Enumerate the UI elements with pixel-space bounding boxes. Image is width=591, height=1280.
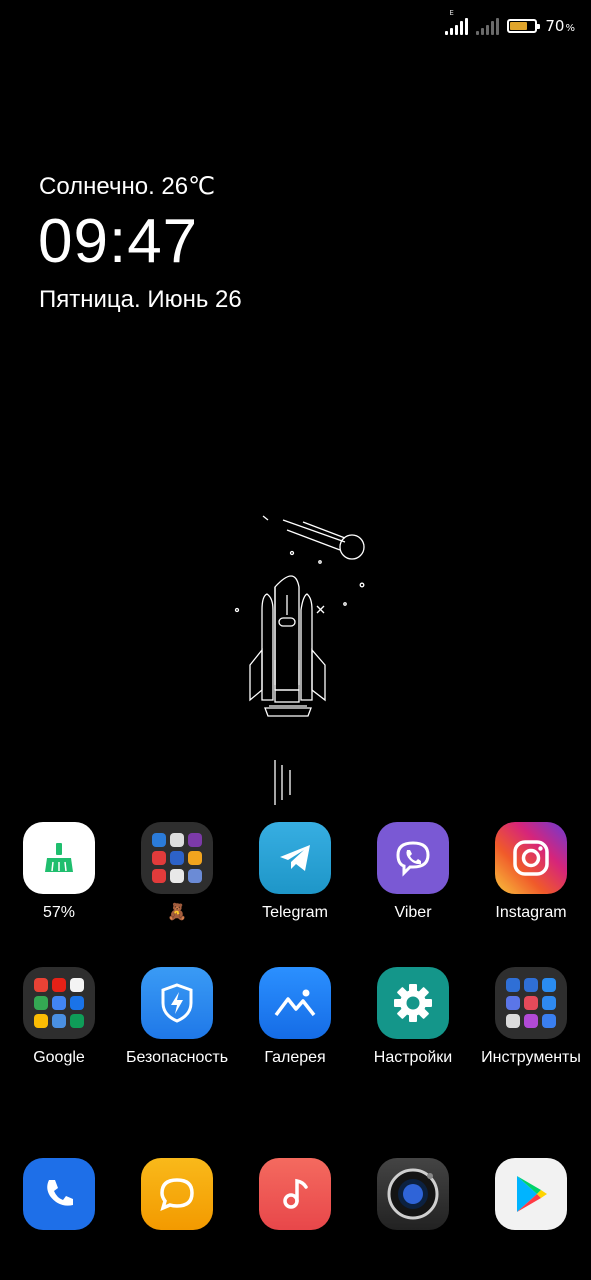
signal-strength-icon: E	[445, 9, 469, 35]
dock-messages[interactable]	[118, 1158, 236, 1230]
app-label: 🧸	[167, 904, 187, 921]
app-row-2: Google Безопасность Галерея Настройки Ин…	[0, 967, 591, 1068]
google-folder-icon[interactable]	[23, 967, 95, 1039]
dock-play-store[interactable]	[472, 1158, 590, 1230]
app-label: Безопасность	[125, 1049, 229, 1066]
app-label: Telegram	[262, 904, 328, 921]
rocket-wallpaper-illustration	[234, 515, 365, 805]
games-folder[interactable]: 🧸	[118, 822, 236, 923]
app-row-1: 57% 🧸 Telegram Viber Instagram	[0, 822, 591, 923]
app-label: Настройки	[373, 1049, 453, 1066]
no-signal-icon	[476, 17, 500, 35]
telegram-icon[interactable]	[259, 822, 331, 894]
dock-music[interactable]	[236, 1158, 354, 1230]
app-label: Инструменты	[481, 1049, 581, 1066]
tools-folder[interactable]: Инструменты	[472, 967, 590, 1068]
security-shield-icon[interactable]	[141, 967, 213, 1039]
battery-icon	[507, 19, 541, 33]
messages-icon[interactable]	[141, 1158, 213, 1230]
app-instagram[interactable]: Instagram	[472, 822, 590, 923]
clock-time[interactable]: 09:47	[38, 206, 198, 277]
app-viber[interactable]: Viber	[354, 822, 472, 923]
app-label: Google	[33, 1049, 85, 1066]
app-cleaner[interactable]: 57%	[0, 822, 118, 923]
network-type-label: E	[449, 9, 454, 17]
app-telegram[interactable]: Telegram	[236, 822, 354, 923]
date-text[interactable]: Пятница. Июнь 26	[39, 286, 242, 314]
camera-icon[interactable]	[377, 1158, 449, 1230]
instagram-icon[interactable]	[495, 822, 567, 894]
battery-level-fill	[510, 22, 528, 30]
gallery-icon[interactable]	[259, 967, 331, 1039]
app-security[interactable]: Безопасность	[118, 967, 236, 1068]
app-settings[interactable]: Настройки	[354, 967, 472, 1068]
app-label: Галерея	[264, 1049, 326, 1066]
viber-icon[interactable]	[377, 822, 449, 894]
cleaner-broom-icon[interactable]	[23, 822, 95, 894]
dock-camera[interactable]	[354, 1158, 472, 1230]
status-bar: E 70%	[445, 9, 575, 42]
battery-percent: 70%	[545, 17, 575, 35]
app-label: Viber	[394, 904, 432, 921]
dock-phone[interactable]	[0, 1158, 118, 1230]
dock	[0, 1158, 591, 1230]
app-label: 57%	[42, 904, 76, 921]
play-store-icon[interactable]	[495, 1158, 567, 1230]
google-folder[interactable]: Google	[0, 967, 118, 1068]
app-gallery[interactable]: Галерея	[236, 967, 354, 1068]
weather-text[interactable]: Солнечно. 26℃	[39, 172, 215, 201]
games-folder-icon[interactable]	[141, 822, 213, 894]
app-label: Instagram	[495, 904, 567, 921]
music-icon[interactable]	[259, 1158, 331, 1230]
tools-folder-icon[interactable]	[495, 967, 567, 1039]
phone-icon[interactable]	[23, 1158, 95, 1230]
settings-gear-icon[interactable]	[377, 967, 449, 1039]
